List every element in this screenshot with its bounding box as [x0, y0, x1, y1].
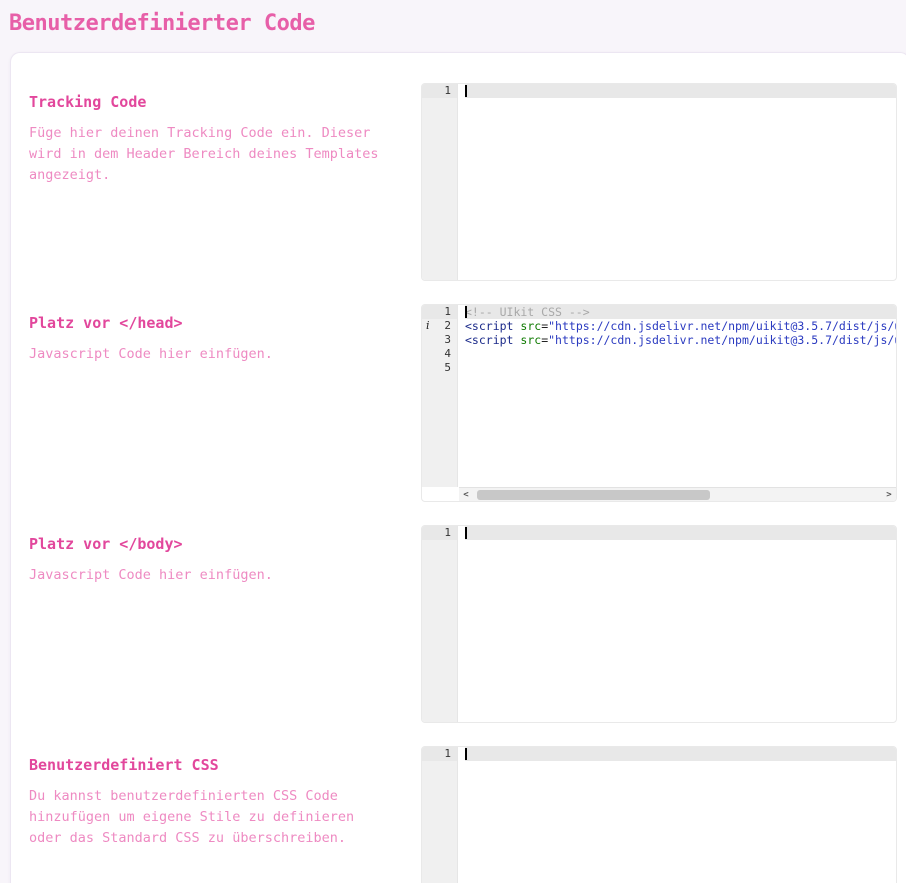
code-token: src: [520, 333, 541, 347]
scroll-left-arrow[interactable]: <: [459, 488, 473, 501]
page-title: Benutzerdefinierter Code: [0, 0, 906, 52]
code-line: [465, 361, 896, 375]
code-token: "https://cdn.jsdelivr.net/npm/uikit@3.5.…: [548, 319, 896, 333]
code-token: <!-- UIkit CSS -->: [465, 305, 590, 319]
code-line: [465, 84, 896, 98]
section-title: Benutzerdefiniert CSS: [29, 756, 405, 774]
section-title: Tracking Code: [29, 93, 405, 111]
settings-card: Tracking Code Füge hier deinen Tracking …: [10, 52, 906, 883]
editor-gutter[interactable]: 1: [422, 747, 458, 883]
active-line-highlight: [465, 84, 896, 98]
code-editor-before-head[interactable]: 1i2345 <!-- UIkit CSS --><script src="ht…: [421, 304, 897, 502]
code-token: <script: [465, 333, 513, 347]
code-editor-custom-css[interactable]: 1: [421, 746, 897, 883]
code-line: [465, 747, 896, 761]
editor-content[interactable]: [458, 84, 896, 280]
section-before-body: Platz vor </body> Javascript Code hier e…: [29, 525, 897, 723]
editor-main: 1: [422, 526, 896, 722]
text-cursor: [465, 527, 467, 539]
text-cursor: [465, 306, 467, 318]
code-token: "https://cdn.jsdelivr.net/npm/uikit@3.5.…: [548, 333, 896, 347]
line-number[interactable]: 1: [422, 747, 457, 761]
scrollbar-thumb[interactable]: [477, 490, 710, 500]
line-number[interactable]: 1: [422, 84, 457, 98]
code-line: [465, 347, 896, 361]
code-line: <script src="https://cdn.jsdelivr.net/np…: [465, 319, 896, 333]
editor-gutter[interactable]: 1: [422, 526, 458, 722]
editor-gutter[interactable]: 1i2345: [422, 305, 458, 487]
line-number[interactable]: 5: [422, 361, 457, 375]
section-description: Du kannst benutzerdefinierten CSS Code h…: [29, 786, 389, 849]
code-line: <script src="https://cdn.jsdelivr.net/np…: [465, 333, 896, 347]
code-token: <script: [465, 319, 513, 333]
info-annotation-icon: i: [426, 319, 430, 333]
code-line: [465, 526, 896, 540]
section-description: Füge hier deinen Tracking Code ein. Dies…: [29, 123, 389, 186]
editor-gutter[interactable]: 1: [422, 84, 458, 280]
code-token: src: [520, 319, 541, 333]
section-info: Platz vor </body> Javascript Code hier e…: [29, 525, 421, 723]
line-number[interactable]: 1: [422, 526, 457, 540]
section-custom-css: Benutzerdefiniert CSS Du kannst benutzer…: [29, 746, 897, 883]
section-info: Benutzerdefiniert CSS Du kannst benutzer…: [29, 746, 421, 883]
active-line-highlight: [465, 747, 896, 761]
editor-content[interactable]: <!-- UIkit CSS --><script src="https://c…: [458, 305, 896, 487]
section-info: Platz vor </head> Javascript Code hier e…: [29, 304, 421, 502]
editor-main: 1: [422, 747, 896, 883]
section-title: Platz vor </body>: [29, 535, 405, 553]
editor-content[interactable]: [458, 747, 896, 883]
text-cursor: [465, 85, 467, 97]
section-before-head: Platz vor </head> Javascript Code hier e…: [29, 304, 897, 502]
section-description: Javascript Code hier einfügen.: [29, 565, 389, 586]
section-tracking-code: Tracking Code Füge hier deinen Tracking …: [29, 83, 897, 281]
section-description: Javascript Code hier einfügen.: [29, 344, 389, 365]
active-line-highlight: [465, 526, 896, 540]
text-cursor: [465, 748, 467, 760]
line-number[interactable]: 3: [422, 333, 457, 347]
line-number[interactable]: 4: [422, 347, 457, 361]
horizontal-scrollbar[interactable]: <>: [459, 487, 896, 501]
code-editor-before-body[interactable]: 1: [421, 525, 897, 723]
editor-content[interactable]: [458, 526, 896, 722]
code-editor-tracking[interactable]: 1: [421, 83, 897, 281]
section-title: Platz vor </head>: [29, 314, 405, 332]
section-info: Tracking Code Füge hier deinen Tracking …: [29, 83, 421, 281]
scrollbar-track[interactable]: [473, 488, 882, 501]
code-line: <!-- UIkit CSS -->: [465, 305, 896, 319]
editor-main: 1i2345 <!-- UIkit CSS --><script src="ht…: [422, 305, 896, 487]
line-number[interactable]: 1: [422, 305, 457, 319]
scroll-right-arrow[interactable]: >: [882, 488, 896, 501]
editor-main: 1: [422, 84, 896, 280]
line-number[interactable]: i2: [422, 319, 457, 333]
